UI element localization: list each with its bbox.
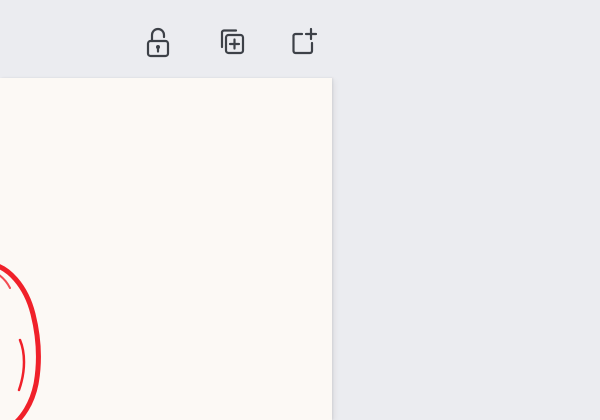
add-page-button[interactable] [282,18,326,66]
add-page-icon [292,27,318,55]
design-page[interactable] [0,78,332,420]
unlock-icon [146,27,170,58]
duplicate-page-icon [220,29,245,55]
editor-workspace [0,0,600,420]
page-toolbar [136,18,332,66]
duplicate-page-button[interactable] [209,18,253,66]
red-freehand-drawing[interactable] [0,78,332,420]
lock-page-button[interactable] [136,18,180,66]
